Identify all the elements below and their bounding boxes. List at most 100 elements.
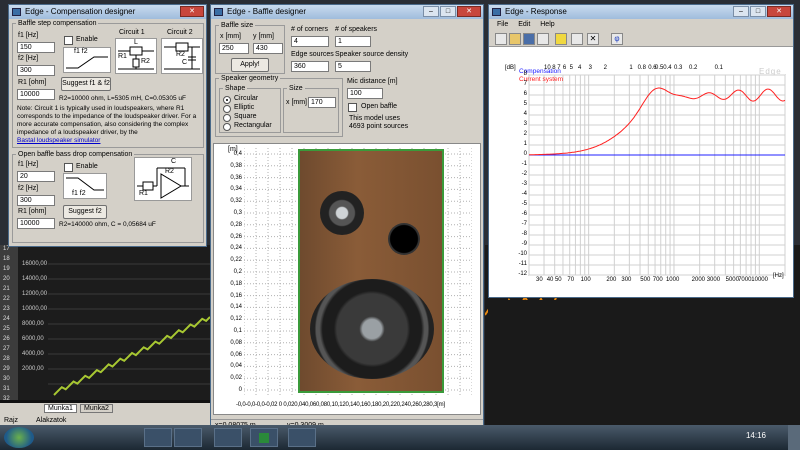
size-x-label: x [mm] — [286, 99, 307, 106]
shape-square-radio[interactable] — [223, 114, 231, 122]
ob-response-diagram: f1 f2 — [63, 173, 107, 199]
f1-input[interactable]: 150 — [17, 42, 55, 53]
cursor-icon[interactable] — [571, 33, 583, 45]
sheet-tab-bar: Munka1 Munka2 — [0, 403, 210, 415]
delete-icon[interactable]: ✕ — [587, 33, 599, 45]
taskbar-app-2[interactable] — [174, 428, 202, 447]
menu-help[interactable]: Help — [540, 21, 554, 28]
start-button[interactable] — [4, 427, 34, 448]
baffle-step-legend: Baffle step compensation — [18, 20, 97, 27]
shape-elliptic-label: Elliptic — [234, 104, 255, 111]
baffle-y-input[interactable]: 430 — [253, 43, 283, 54]
density-input[interactable]: 5 — [335, 61, 371, 72]
taskbar-app-5[interactable] — [288, 428, 316, 447]
close-button-resp[interactable]: ✕ — [767, 6, 791, 17]
speakers-input[interactable]: 1 — [335, 36, 371, 47]
resp-y-tick: -3 — [521, 181, 527, 187]
suggest-f2-button[interactable]: Suggest f2 — [63, 205, 107, 219]
resp-y-tick: 1 — [523, 141, 527, 147]
shape-rectangular-radio[interactable] — [223, 123, 231, 131]
clock[interactable]: 14:16 — [746, 431, 766, 440]
mic-distance-label: Mic distance [m] — [347, 78, 398, 85]
copy-icon[interactable] — [537, 33, 549, 45]
geometry-legend: Speaker geometry — [221, 75, 279, 82]
apply-button[interactable]: Apply! — [231, 58, 269, 72]
y-tick: 0,22 — [230, 257, 242, 264]
y-tick: 0,08 — [230, 339, 242, 346]
close-button-baffle[interactable]: ✕ — [457, 6, 481, 17]
excel-y-label: 16000,00 — [22, 261, 48, 267]
comp-titlebar[interactable]: Edge - Compensation designer ✕ — [9, 5, 206, 19]
speaker-size-input[interactable]: 170 — [308, 97, 336, 108]
chart-color-icon[interactable] — [555, 33, 567, 45]
resp-y-tick: 0 — [523, 151, 527, 157]
y-tick: 0,32 — [230, 198, 242, 205]
ob-f1-input[interactable]: 20 — [17, 171, 55, 182]
row-number: 23 — [3, 306, 10, 312]
y-tick: 0,24 — [230, 245, 242, 252]
taskbar-app-1[interactable] — [144, 428, 172, 447]
resp-top-tick: 0.8 — [637, 65, 646, 71]
ob-f2-input[interactable]: 300 — [17, 195, 55, 206]
ob-r1-label: R1 — [139, 190, 148, 197]
sheet-tab-munka2[interactable]: Munka2 — [80, 404, 113, 413]
row-number: 30 — [3, 376, 10, 382]
minimize-button-resp[interactable]: – — [733, 6, 749, 17]
note-text: Note: Circuit 1 is typically used in lou… — [17, 105, 197, 136]
save-icon[interactable] — [523, 33, 535, 45]
r1-input[interactable]: 10000 — [17, 89, 55, 100]
mic-distance-input[interactable]: 100 — [347, 88, 383, 99]
baffle-x-input[interactable]: 250 — [219, 43, 249, 54]
resp-x-tick: 700 — [652, 277, 663, 283]
show-desktop-button[interactable] — [788, 425, 800, 450]
resp-top-tick: 5 — [569, 65, 574, 71]
ob-result: R2=140000 ohm, C = 0,05684 uF — [59, 221, 156, 228]
ob-r1-input[interactable]: 10000 — [17, 218, 55, 229]
f2-input[interactable]: 300 — [17, 65, 55, 76]
resp-y-tick: -6 — [521, 211, 527, 217]
bastal-link[interactable]: Bastal loudspeaker simulator — [17, 137, 100, 144]
ob-r1-label-field: R1 [ohm] — [18, 208, 47, 215]
response-titlebar[interactable]: Edge - Response – □ ✕ — [489, 5, 793, 19]
taskbar-excel[interactable] — [250, 428, 278, 447]
minimize-button[interactable]: – — [423, 6, 439, 17]
x-axis-ticks: -0,0-0,0-0,0-0,02 0 0,020,040,060,080,10… — [236, 402, 445, 408]
edge-sources-input[interactable]: 360 — [291, 61, 329, 72]
response-plot[interactable]: [dB] Compensation Current system Edge [H… — [489, 49, 793, 295]
shape-elliptic-radio[interactable] — [223, 105, 231, 113]
y-tick: 0,06 — [230, 351, 242, 358]
excel-y-label: 4000,00 — [22, 351, 44, 357]
sheet-tab-munka1[interactable]: Munka1 — [44, 404, 77, 413]
resp-y-tick: -11 — [518, 261, 527, 267]
y-tick: 0,02 — [230, 375, 242, 382]
resp-top-tick: 7 — [557, 65, 561, 71]
corners-input[interactable]: 4 — [291, 36, 329, 47]
shape-circular-radio[interactable] — [223, 96, 231, 104]
resp-x-tick: 200 — [606, 277, 617, 283]
circuit2-schematic: R2 C — [161, 38, 203, 74]
resp-top-tick: 2 — [603, 65, 607, 71]
excel-y-label: 2000,00 — [22, 366, 44, 372]
ob-enable-checkbox[interactable] — [64, 163, 73, 172]
menu-edit[interactable]: Edit — [518, 21, 530, 28]
response-window: Edge - Response – □ ✕ File Edit Help ✕ φ [… — [488, 4, 794, 298]
open-folder-icon[interactable] — [509, 33, 521, 45]
close-button[interactable]: ✕ — [180, 6, 204, 17]
size-legend: Size — [289, 85, 303, 92]
app-icon-response — [492, 8, 501, 16]
maximize-button[interactable]: □ — [440, 6, 456, 17]
baffle-titlebar[interactable]: Edge - Baffle designer – □ ✕ — [211, 5, 483, 19]
suggest-f1-f2-button[interactable]: Suggest f1 & f2 — [61, 77, 111, 91]
baffle-plot-area[interactable]: [m] 0,4 0,38 0,36 0,34 0,32 0,3 0,28 0,26 0,24 0,… — [213, 143, 481, 415]
maximize-button-resp[interactable]: □ — [750, 6, 766, 17]
taskbar-app-3[interactable] — [214, 428, 242, 447]
enable-checkbox[interactable] — [64, 36, 73, 45]
ob-enable-label: Enable — [76, 163, 98, 170]
resp-top-tick: 10 — [543, 65, 551, 71]
open-baffle-checkbox[interactable] — [348, 103, 357, 112]
shape-rectangular-label: Rectangular — [234, 122, 272, 129]
resp-x-tick: 1000 — [665, 277, 680, 283]
new-file-icon[interactable] — [495, 33, 507, 45]
phase-icon[interactable]: φ — [611, 33, 623, 45]
menu-file[interactable]: File — [497, 21, 508, 28]
